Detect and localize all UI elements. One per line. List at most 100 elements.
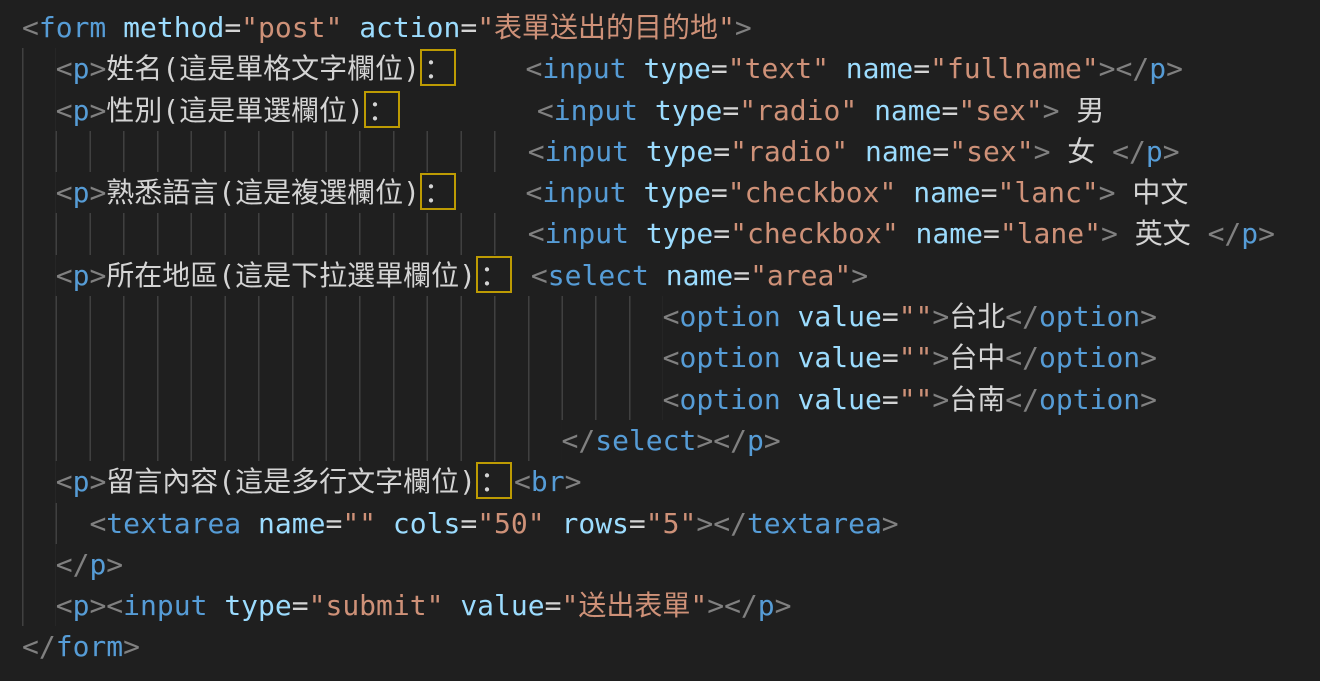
code-token-attribute-name: name	[865, 135, 932, 168]
code-token-punctuation: >	[932, 341, 949, 374]
code-token-text	[781, 341, 798, 374]
code-token-punctuation: </	[562, 424, 596, 457]
code-token-attribute-name: name	[916, 217, 983, 250]
code-token-punctuation: >	[775, 589, 792, 622]
code-token-punctuation: <	[89, 507, 106, 540]
code-token-attribute-name: name	[874, 94, 941, 127]
code-token-tag-name: input	[542, 176, 626, 209]
code-token-text: =	[460, 507, 477, 540]
code-token-text	[649, 259, 666, 292]
code-token-tag-name: p	[1241, 217, 1258, 250]
code-token-punctuation: >	[1166, 52, 1183, 85]
code-token-text: =	[545, 589, 562, 622]
code-token-text	[458, 176, 525, 209]
code-line: <p>留言內容(這是多行文字欄位)：<br>	[22, 461, 1320, 502]
code-token-string: "submit"	[309, 589, 444, 622]
code-token-string: "checkbox"	[730, 217, 899, 250]
code-token-string: "表單送出的目的地"	[477, 11, 735, 44]
code-token-text: 男	[1060, 94, 1105, 127]
code-token-text	[402, 94, 537, 127]
code-line: <input type="radio" name="sex"> 女 </p>	[22, 131, 1320, 172]
code-token-text: =	[722, 94, 739, 127]
code-token-punctuation: >	[565, 465, 582, 498]
code-token-tag-name: p	[73, 52, 90, 85]
code-token-tag-name: form	[39, 11, 106, 44]
code-token-punctuation: >	[1140, 341, 1157, 374]
code-token-string: ""	[899, 300, 933, 333]
code-token-tag-name: textarea	[747, 507, 882, 540]
code-token-text: 熟悉語言(這是複選欄位)	[106, 176, 420, 209]
code-token-string: "lane"	[1000, 217, 1101, 250]
code-token-punctuation: <	[663, 341, 680, 374]
code-token-punctuation: >	[89, 259, 106, 292]
code-token-attribute-name: value	[798, 300, 882, 333]
code-token-attribute-name: type	[643, 176, 710, 209]
unicode-highlight-colon: ：	[420, 49, 456, 86]
code-token-tag-name: select	[548, 259, 649, 292]
unicode-highlight-colon: ：	[420, 173, 456, 210]
code-token-punctuation: >	[1163, 135, 1180, 168]
code-token-punctuation: <	[56, 94, 73, 127]
code-token-text: 英文	[1118, 217, 1208, 250]
code-token-text	[629, 135, 646, 168]
code-token-text	[781, 300, 798, 333]
code-token-punctuation: >	[764, 424, 781, 457]
code-token-punctuation: <	[528, 135, 545, 168]
code-line: <p>熟悉語言(這是複選欄位)： <input type="checkbox" …	[22, 172, 1320, 213]
code-token-tag-name: p	[73, 176, 90, 209]
code-token-text: 中文	[1116, 176, 1189, 209]
code-token-punctuation: <	[663, 383, 680, 416]
code-token-tag-name: p	[73, 94, 90, 127]
code-token-text: =	[882, 341, 899, 374]
code-token-tag-name: p	[73, 465, 90, 498]
code-token-attribute-name: cols	[393, 507, 460, 540]
code-token-punctuation: </	[713, 507, 747, 540]
code-token-text: 台北	[949, 300, 1005, 333]
code-token-tag-name: input	[554, 94, 638, 127]
code-token-text: =	[713, 135, 730, 168]
code-token-string: "checkbox"	[728, 176, 897, 209]
code-token-text: 女	[1050, 135, 1112, 168]
code-token-text: =	[882, 300, 899, 333]
code-token-attribute-name: method	[123, 11, 224, 44]
code-token-text: =	[932, 135, 949, 168]
code-token-string: "area"	[750, 259, 851, 292]
code-token-punctuation: <	[56, 465, 73, 498]
code-token-text: =	[711, 52, 728, 85]
code-token-punctuation: </	[56, 548, 90, 581]
code-token-text: 姓名(這是單格文字欄位)	[106, 52, 420, 85]
unicode-highlight-colon: ：	[476, 256, 512, 293]
code-token-punctuation: </	[1005, 341, 1039, 374]
code-token-attribute-name: rows	[561, 507, 628, 540]
code-token-tag-name: option	[1039, 300, 1140, 333]
code-token-punctuation: <	[537, 94, 554, 127]
code-token-tag-name: form	[56, 630, 123, 663]
code-token-punctuation: >	[932, 383, 949, 416]
code-token-punctuation: >	[696, 507, 713, 540]
code-token-text: =	[460, 11, 477, 44]
code-token-punctuation: >	[1099, 176, 1116, 209]
code-token-punctuation: >	[89, 94, 106, 127]
code-token-text: =	[713, 217, 730, 250]
code-token-punctuation: </	[1208, 217, 1242, 250]
code-token-tag-name: input	[542, 52, 626, 85]
code-token-text	[627, 176, 644, 209]
code-token-punctuation: <	[663, 300, 680, 333]
code-token-text	[545, 507, 562, 540]
code-token-text	[241, 507, 258, 540]
code-token-string: "radio"	[739, 94, 857, 127]
code-token-punctuation: >	[1099, 52, 1116, 85]
code-token-text	[781, 383, 798, 416]
code-token-punctuation: >	[932, 300, 949, 333]
code-token-text	[629, 217, 646, 250]
code-token-punctuation: <	[525, 52, 542, 85]
code-editor[interactable]: <form method="post" action="表單送出的目的地"><p…	[0, 0, 1320, 681]
code-token-punctuation: <	[528, 217, 545, 250]
code-token-text	[342, 11, 359, 44]
code-token-text: =	[733, 259, 750, 292]
code-line: <p><input type="submit" value="送出表單"></p…	[22, 585, 1320, 626]
code-token-tag-name: p	[89, 548, 106, 581]
code-token-tag-name: br	[531, 465, 565, 498]
code-token-tag-name: option	[1039, 383, 1140, 416]
code-token-text	[896, 176, 913, 209]
